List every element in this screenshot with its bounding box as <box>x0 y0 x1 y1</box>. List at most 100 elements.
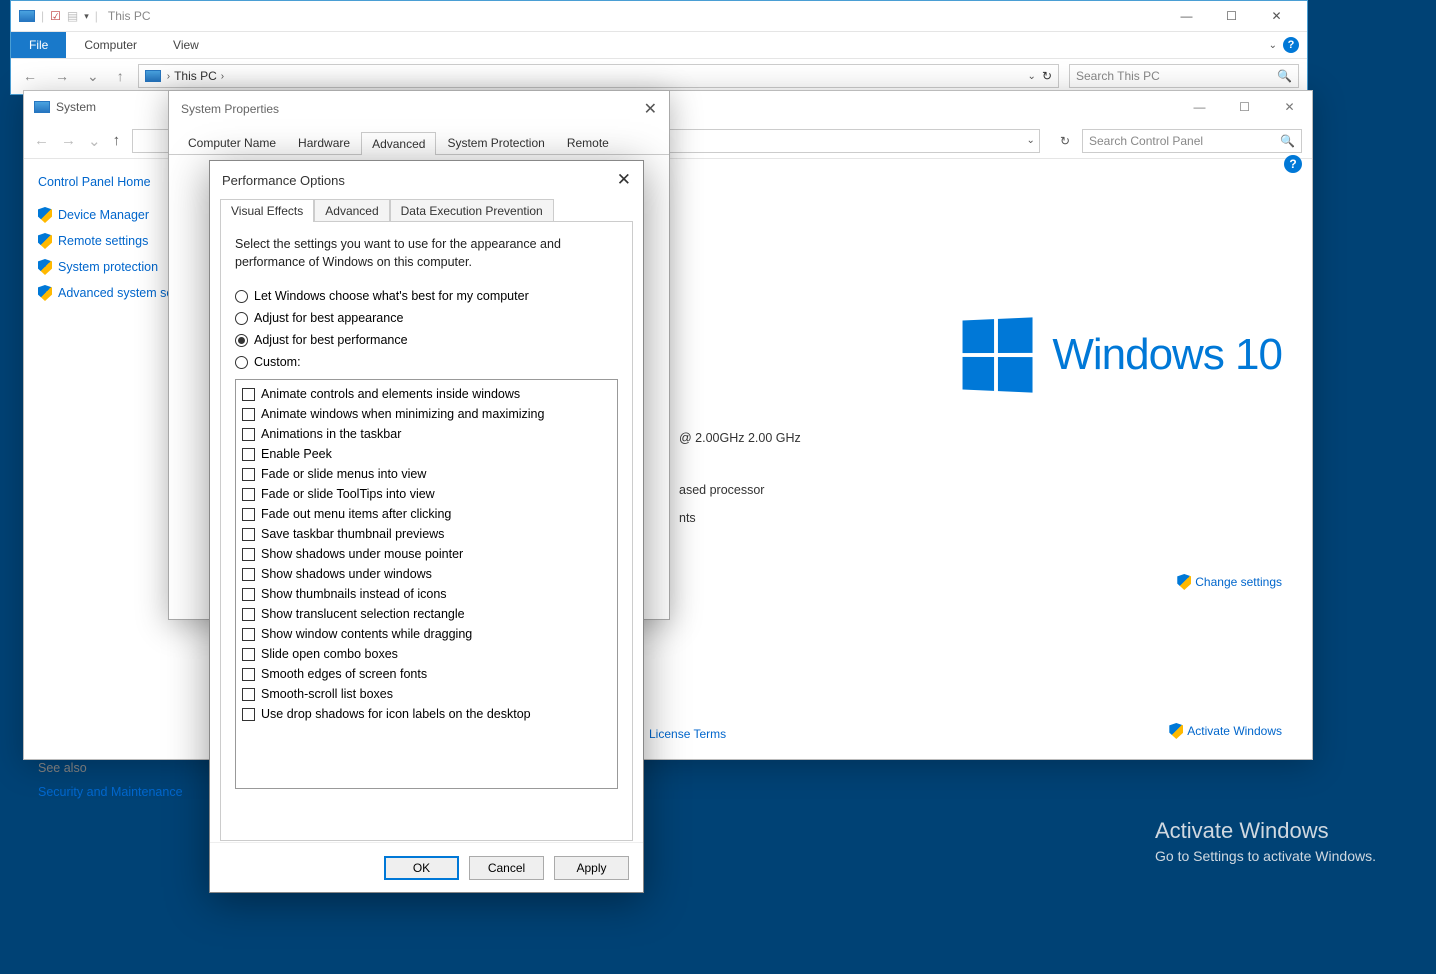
cpu-info: @ 2.00GHz 2.00 GHz <box>679 424 801 452</box>
radio-option[interactable]: Adjust for best performance <box>235 333 618 347</box>
license-terms-link[interactable]: License Terms <box>649 727 726 741</box>
checkbox-label: Show shadows under mouse pointer <box>261 544 463 564</box>
qat-doc-icon[interactable]: ▤ <box>67 9 78 23</box>
minimize-button[interactable]: — <box>1177 92 1222 122</box>
ribbon-view-tab[interactable]: View <box>155 32 217 58</box>
checkbox-option[interactable]: Use drop shadows for icon labels on the … <box>242 704 611 724</box>
qat-divider: | <box>41 9 44 23</box>
checkbox-option[interactable]: Save taskbar thumbnail previews <box>242 524 611 544</box>
activate-windows-label: Activate Windows <box>1187 724 1282 738</box>
checkbox-icon <box>242 548 255 561</box>
checkbox-option[interactable]: Animate controls and elements inside win… <box>242 384 611 404</box>
perfopt-footer: OK Cancel Apply <box>210 842 643 892</box>
checkbox-option[interactable]: Enable Peek <box>242 444 611 464</box>
up-button[interactable]: ↑ <box>113 66 128 86</box>
checkbox-icon <box>242 468 255 481</box>
checkbox-option[interactable]: Show shadows under windows <box>242 564 611 584</box>
checkbox-option[interactable]: Smooth-scroll list boxes <box>242 684 611 704</box>
checkbox-option[interactable]: Smooth edges of screen fonts <box>242 664 611 684</box>
qat-dropdown-icon[interactable]: ▾ <box>84 11 89 22</box>
system-info: @ 2.00GHz 2.00 GHz ased processor nts <box>679 424 801 532</box>
checkbox-icon <box>242 648 255 661</box>
checkbox-option[interactable]: Animate windows when minimizing and maxi… <box>242 404 611 424</box>
ribbon-file-tab[interactable]: File <box>11 32 66 58</box>
up-button[interactable]: ↑ <box>113 132 121 149</box>
tab-remote[interactable]: Remote <box>556 131 620 154</box>
watermark-line2: Go to Settings to activate Windows. <box>1155 848 1376 864</box>
close-button[interactable]: ✕ <box>1267 92 1312 122</box>
radio-option[interactable]: Custom: <box>235 355 618 369</box>
refresh-button[interactable]: ↻ <box>1042 69 1052 83</box>
checkbox-icon <box>242 408 255 421</box>
tab-dep[interactable]: Data Execution Prevention <box>390 199 554 222</box>
checkbox-label: Animations in the taskbar <box>261 424 401 444</box>
close-button[interactable]: ✕ <box>617 170 631 190</box>
change-settings-link[interactable]: Change settings <box>1177 574 1282 590</box>
back-button[interactable]: ← <box>19 66 41 86</box>
close-button[interactable]: ✕ <box>1254 2 1299 30</box>
sidebar-item-label: Device Manager <box>58 208 149 222</box>
maximize-button[interactable]: ☐ <box>1222 92 1267 122</box>
qat-check-icon[interactable]: ☑ <box>50 9 61 23</box>
addr-pc-icon <box>145 70 161 82</box>
close-button[interactable]: ✕ <box>644 99 657 119</box>
checkbox-option[interactable]: Show translucent selection rectangle <box>242 604 611 624</box>
apply-button[interactable]: Apply <box>554 856 629 880</box>
checkbox-option[interactable]: Animations in the taskbar <box>242 424 611 444</box>
radio-option[interactable]: Let Windows choose what's best for my co… <box>235 289 618 303</box>
checkbox-option[interactable]: Fade out menu items after clicking <box>242 504 611 524</box>
perfopt-titlebar: Performance Options ✕ <box>210 161 643 199</box>
checkbox-icon <box>242 448 255 461</box>
tab-visual-effects[interactable]: Visual Effects <box>220 199 314 222</box>
explorer-search-input[interactable]: Search This PC 🔍 <box>1069 64 1299 88</box>
visual-effects-checklist[interactable]: Animate controls and elements inside win… <box>235 379 618 789</box>
minimize-button[interactable]: — <box>1164 2 1209 30</box>
radio-option[interactable]: Adjust for best appearance <box>235 311 618 325</box>
address-bar[interactable]: › This PC › ⌄ ↻ <box>138 64 1059 88</box>
maximize-button[interactable]: ☐ <box>1209 2 1254 30</box>
forward-button[interactable]: → <box>51 66 73 86</box>
checkbox-icon <box>242 508 255 521</box>
history-dropdown[interactable]: ⌄ <box>83 66 103 87</box>
checkbox-icon <box>242 688 255 701</box>
tab-advanced[interactable]: Advanced <box>314 199 389 222</box>
ribbon-computer-tab[interactable]: Computer <box>66 32 155 58</box>
perfopt-title: Performance Options <box>222 173 345 188</box>
tab-advanced[interactable]: Advanced <box>361 132 436 155</box>
checkbox-option[interactable]: Slide open combo boxes <box>242 644 611 664</box>
checkbox-option[interactable]: Show window contents while dragging <box>242 624 611 644</box>
addr-dropdown-icon[interactable]: ⌄ <box>1028 71 1036 82</box>
back-button[interactable]: ← <box>34 132 49 149</box>
activate-windows-link[interactable]: Activate Windows <box>1169 723 1282 739</box>
refresh-button[interactable]: ↻ <box>1060 134 1070 148</box>
controlpanel-search-input[interactable]: Search Control Panel 🔍 <box>1082 129 1302 153</box>
checkbox-option[interactable]: Show thumbnails instead of icons <box>242 584 611 604</box>
tab-hardware[interactable]: Hardware <box>287 131 361 154</box>
checkbox-icon <box>242 588 255 601</box>
checkbox-option[interactable]: Fade or slide menus into view <box>242 464 611 484</box>
history-dropdown[interactable]: ⌄ <box>88 132 101 150</box>
checkbox-option[interactable]: Show shadows under mouse pointer <box>242 544 611 564</box>
radio-icon <box>235 356 248 369</box>
checkbox-icon <box>242 488 255 501</box>
ok-button[interactable]: OK <box>384 856 459 880</box>
checkbox-label: Fade or slide ToolTips into view <box>261 484 435 504</box>
radio-label: Let Windows choose what's best for my co… <box>254 289 529 303</box>
cancel-button[interactable]: Cancel <box>469 856 544 880</box>
chevron-right-icon[interactable]: › <box>221 71 224 82</box>
addr-dropdown-icon[interactable]: ⌄ <box>1027 135 1035 146</box>
help-icon[interactable]: ? <box>1283 37 1299 53</box>
security-maintenance-link[interactable]: Security and Maintenance <box>38 785 205 799</box>
ribbon-expand-icon[interactable]: ⌄ <box>1269 40 1277 51</box>
forward-button[interactable]: → <box>61 132 76 149</box>
perfopt-description: Select the settings you want to use for … <box>235 236 618 271</box>
shield-icon <box>38 207 52 223</box>
sysprop-title: System Properties <box>181 102 279 116</box>
nts-fragment: nts <box>679 504 801 532</box>
checkbox-label: Animate controls and elements inside win… <box>261 384 520 404</box>
checkbox-label: Fade or slide menus into view <box>261 464 426 484</box>
tab-system-protection[interactable]: System Protection <box>436 131 555 154</box>
checkbox-option[interactable]: Fade or slide ToolTips into view <box>242 484 611 504</box>
tab-computer-name[interactable]: Computer Name <box>177 131 287 154</box>
breadcrumb-thispc[interactable]: This PC <box>174 69 217 83</box>
